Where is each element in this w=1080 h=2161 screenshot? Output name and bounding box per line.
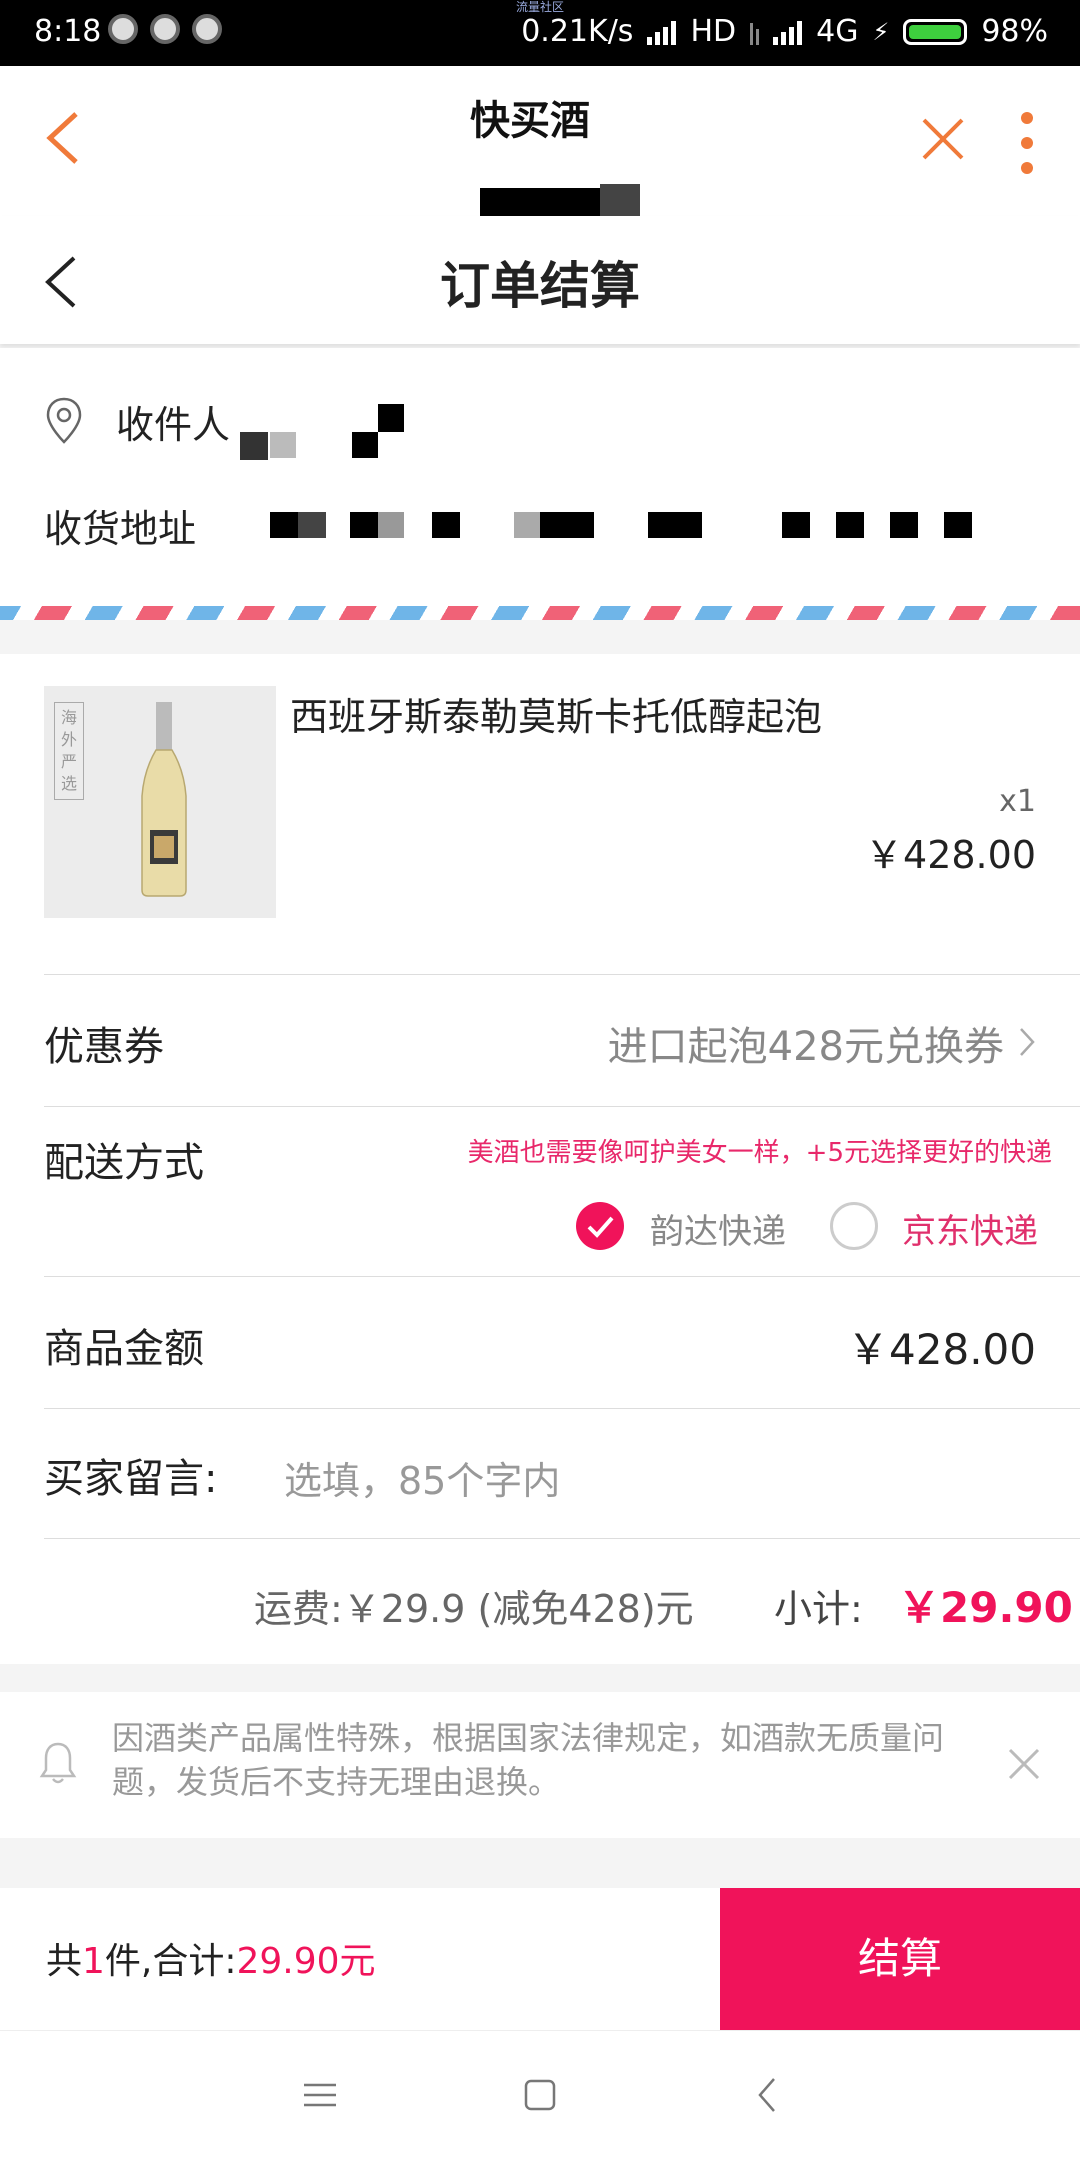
more-options-icon[interactable] — [1012, 108, 1042, 178]
status-tiny-text: 流量社区 — [516, 0, 565, 14]
check-icon — [587, 1216, 614, 1238]
home-icon[interactable] — [520, 2075, 560, 2115]
notification-icon — [150, 14, 180, 44]
coupon-label: 优惠券 — [44, 1024, 164, 1070]
data-arrows-icon — [750, 19, 760, 45]
notification-icon — [192, 14, 222, 44]
subtotal-label: 小计: — [774, 1587, 863, 1631]
divider — [44, 974, 1080, 975]
system-nav-bar — [0, 2030, 1080, 2161]
checkout-button[interactable]: 结算 — [720, 1888, 1080, 2030]
total-amount: 29.90元 — [236, 1941, 376, 1982]
subtotal-row: 运费:￥29.9 (减免428)元 小计: ￥29.90 — [0, 1538, 1080, 1664]
divider — [44, 1408, 1080, 1409]
status-bar: 流量社区 8:18 0.21K/s HD 4G ⚡ 98% — [0, 0, 1080, 66]
summary-prefix: 共 — [46, 1941, 83, 1982]
summary-mid: 件,合计: — [104, 1941, 237, 1982]
order-summary: 共1件,合计:29.90元 — [46, 1932, 376, 1984]
address-section[interactable]: 收件人 收货地址 — [0, 348, 1080, 610]
delivery-label: 配送方式 — [44, 1140, 204, 1186]
divider — [44, 1538, 1080, 1539]
buyer-message-row: 买家留言: 选填，85个字内 — [0, 1408, 1080, 1538]
signal-icon — [773, 19, 803, 45]
delivery-row: 配送方式 美酒也需要像呵护美女一样，+5元选择更好的快递 韵达快递 京东快递 — [0, 1106, 1080, 1276]
message-label: 买家留言: — [44, 1456, 218, 1502]
product-price: ￥428.00 — [865, 833, 1036, 877]
notice-text: 因酒类产品属性特殊，根据国家法律规定，如酒款无质量问题，发货后不支持无理由退换。 — [112, 1719, 945, 1801]
divider — [44, 1276, 1080, 1277]
radio-jd[interactable] — [830, 1202, 878, 1250]
airmail-border — [0, 606, 1080, 620]
network-type: 4G — [816, 14, 859, 49]
amount-label: 商品金额 — [44, 1326, 204, 1372]
status-time: 8:18 — [34, 14, 102, 49]
product-item[interactable]: 海外严选 西班牙斯泰勒莫斯卡托低醇起泡 x1 ￥428.00 — [0, 654, 1080, 974]
subtotal-value: ￥29.90 — [898, 1583, 1073, 1632]
product-quantity: x1 — [999, 784, 1036, 819]
notification-icons — [108, 14, 222, 44]
notification-icon — [108, 14, 138, 44]
item-count: 1 — [82, 1941, 105, 1982]
page-header: 订单结算 — [0, 216, 1080, 344]
charging-icon: ⚡ — [872, 17, 890, 46]
coupon-value: 进口起泡428元兑换券 — [607, 1024, 1004, 1070]
delivery-option-yunda[interactable]: 韵达快递 — [650, 1204, 786, 1253]
notice-banner: 因酒类产品属性特殊，根据国家法律规定，如酒款无质量问题，发货后不支持无理由退换。 — [0, 1692, 1080, 1838]
battery-percent: 98% — [981, 14, 1048, 49]
back-arrow-icon[interactable] — [38, 108, 98, 168]
browser-title: 快买酒 — [470, 98, 590, 144]
product-name: 西班牙斯泰勒莫斯卡托低醇起泡 — [290, 695, 823, 739]
address-label: 收货地址 — [44, 507, 197, 551]
close-notice-icon[interactable] — [1004, 1744, 1044, 1784]
delivery-note: 美酒也需要像呵护美女一样，+5元选择更好的快递 — [467, 1138, 1052, 1168]
close-icon[interactable] — [918, 114, 968, 164]
divider — [44, 1106, 1080, 1107]
amount-row: 商品金额 ￥428.00 — [0, 1276, 1080, 1408]
network-speed: 0.21K/s — [521, 14, 634, 49]
checkout-footer: 共1件,合计:29.90元 结算 — [0, 1888, 1080, 2030]
bell-icon — [39, 1742, 77, 1784]
coupon-row[interactable]: 优惠券 进口起泡428元兑换券 — [0, 974, 1080, 1106]
battery-icon — [903, 18, 968, 45]
recipient-label: 收件人 — [116, 403, 231, 447]
back-nav-icon[interactable] — [748, 2075, 788, 2115]
radio-yunda-selected[interactable] — [576, 1202, 624, 1250]
amount-value: ￥428.00 — [847, 1325, 1036, 1374]
message-input[interactable]: 选填，85个字内 — [284, 1450, 560, 1505]
signal-icon — [647, 19, 677, 45]
browser-toolbar: 快买酒 — [0, 66, 1080, 264]
menu-icon[interactable] — [300, 2075, 340, 2115]
hd-label: HD — [690, 14, 737, 49]
product-thumbnail: 海外严选 — [44, 686, 276, 918]
chevron-right-icon — [1020, 1028, 1035, 1056]
wine-bottle-image — [141, 702, 187, 897]
status-right: 0.21K/s HD 4G ⚡ 98% — [521, 14, 1048, 49]
page-title: 订单结算 — [440, 257, 640, 315]
location-pin-icon — [46, 397, 82, 444]
thumb-badge: 海外严选 — [54, 702, 84, 800]
shipping-fee: 运费:￥29.9 (减免428)元 — [254, 1587, 694, 1631]
delivery-option-jd[interactable]: 京东快递 — [902, 1204, 1038, 1253]
